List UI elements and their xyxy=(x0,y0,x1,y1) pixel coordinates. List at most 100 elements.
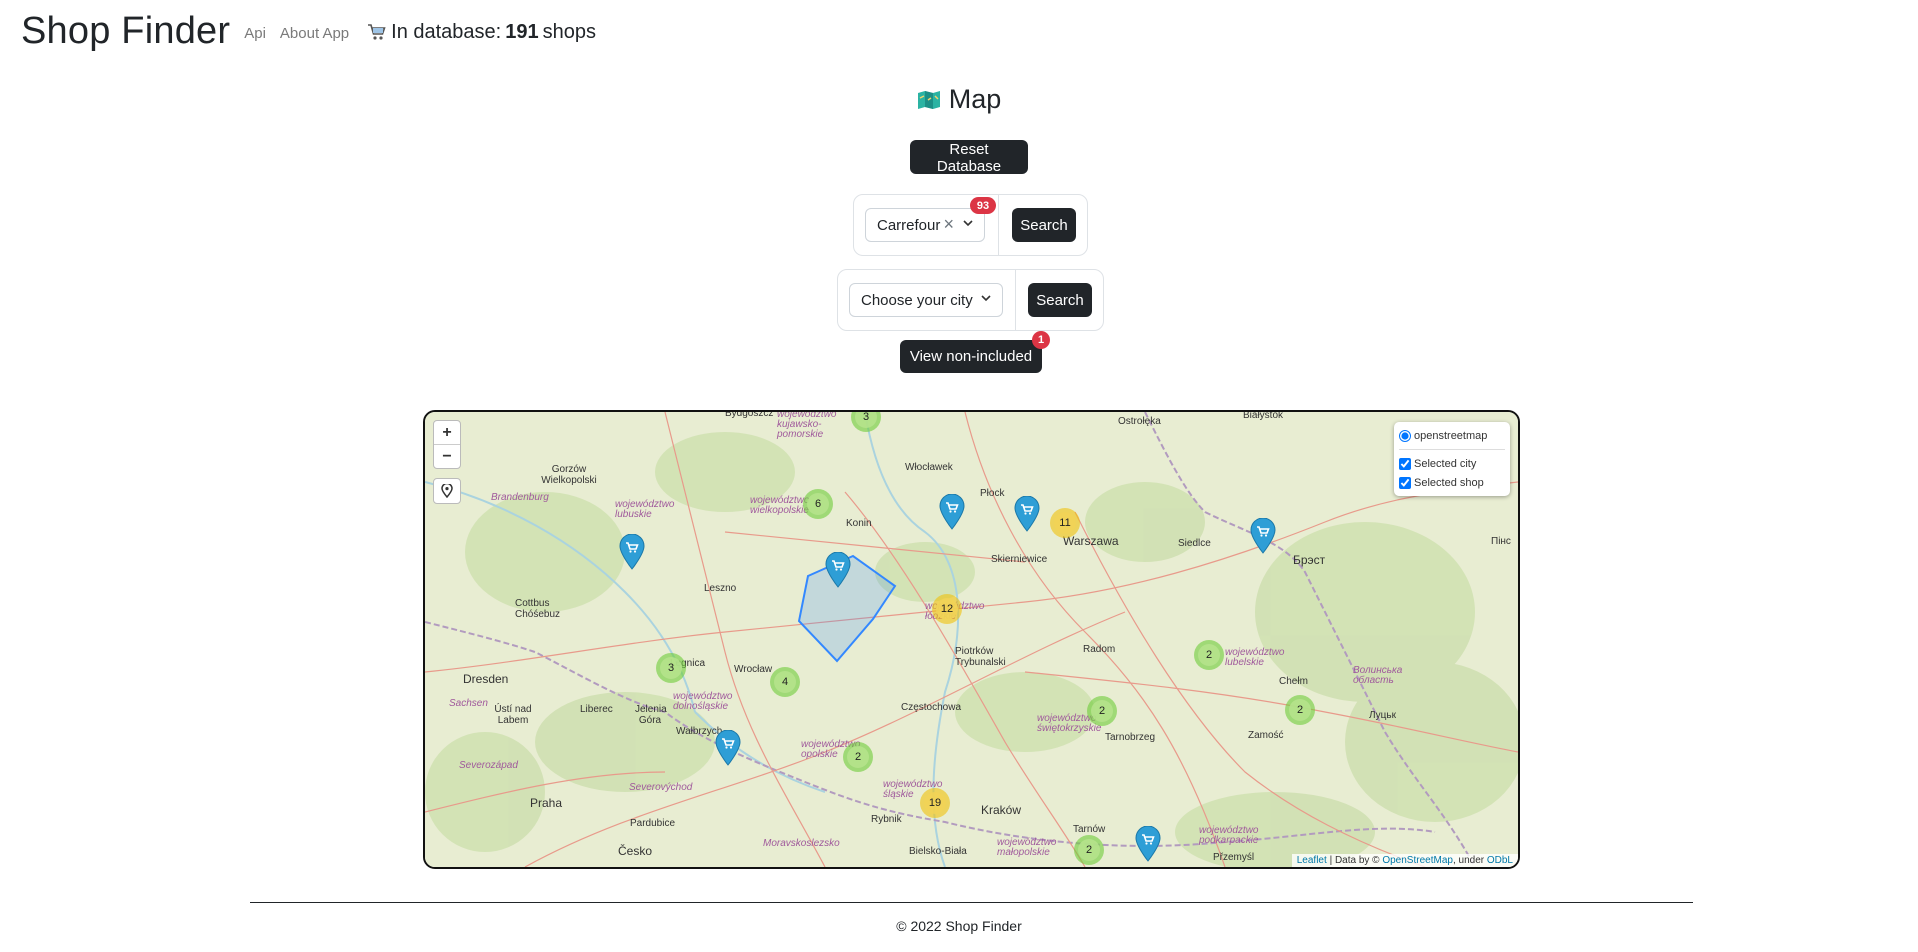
zoom-in-button[interactable]: + xyxy=(434,421,460,444)
city-search-button[interactable]: Search xyxy=(1028,283,1092,317)
overlay-option-shop[interactable]: Selected shop xyxy=(1399,473,1505,492)
cluster-count: 2 xyxy=(1078,839,1100,861)
map-place-label: Ústí nad Labem xyxy=(494,704,532,726)
marker-cluster[interactable]: 2 xyxy=(1087,696,1117,726)
locate-button[interactable] xyxy=(433,478,461,504)
cluster-count: 3 xyxy=(855,412,877,428)
map-place-label: województwo lubuskie xyxy=(615,499,675,520)
cluster-count: 12 xyxy=(936,598,958,620)
form-divider xyxy=(998,195,999,255)
brand-title[interactable]: Shop Finder xyxy=(21,10,230,53)
cluster-count: 11 xyxy=(1054,512,1076,534)
cluster-count: 2 xyxy=(1091,700,1113,722)
map-place-label: Ostrołęka xyxy=(1118,416,1161,427)
cluster-count: 2 xyxy=(847,746,869,768)
city-select[interactable]: Choose your city xyxy=(849,283,1003,317)
city-select-placeholder: Choose your city xyxy=(861,291,973,309)
map-place-label: Jelenia Góra xyxy=(635,704,667,726)
marker-cluster[interactable]: 12 xyxy=(932,594,962,624)
leaflet-link[interactable]: Leaflet xyxy=(1297,855,1327,866)
map-place-label: województwo wielkopolskie xyxy=(750,495,810,516)
shop-search-button[interactable]: Search xyxy=(1012,208,1076,242)
map-place-label: województwo kujawsko-pomorskie xyxy=(777,410,837,440)
overlay-label: Selected city xyxy=(1414,457,1477,470)
map-place-label: Severozápad xyxy=(459,760,518,771)
location-pin-icon xyxy=(441,484,453,498)
marker-cluster[interactable]: 2 xyxy=(1194,640,1224,670)
map-place-label: Pardubice xyxy=(630,818,676,829)
db-prefix: In database: xyxy=(391,20,502,43)
zoom-out-button[interactable]: − xyxy=(434,444,460,468)
marker-cluster[interactable]: 19 xyxy=(920,788,950,818)
shopping-cart-pin-icon[interactable] xyxy=(715,730,741,766)
map-place-label: Zamość xyxy=(1248,730,1284,741)
marker-cluster[interactable]: 3 xyxy=(656,653,686,683)
map-place-label: Přzemyśl xyxy=(1213,852,1255,863)
selected-shop-checkbox[interactable] xyxy=(1399,476,1411,489)
overlay-option-city[interactable]: Selected city xyxy=(1399,454,1505,473)
map-place-label: Płock xyxy=(980,488,1005,499)
map-place-label: Волинська область xyxy=(1353,665,1403,686)
city-filter-form: Choose your city Search xyxy=(837,269,1104,331)
marker-cluster[interactable]: 11 xyxy=(1050,508,1080,538)
shopping-cart-pin-icon[interactable] xyxy=(825,552,851,588)
cart-icon xyxy=(368,24,386,40)
shopping-cart-pin-icon[interactable] xyxy=(1250,518,1276,554)
database-count: In database: 191 shops xyxy=(367,21,596,44)
view-non-included-button[interactable]: View non-included xyxy=(900,340,1042,373)
selected-city-checkbox[interactable] xyxy=(1399,457,1411,470)
map-place-label: Gorzów Wielkopolski xyxy=(541,464,597,486)
attribution-under: , under xyxy=(1452,855,1485,866)
shopping-cart-pin-icon[interactable] xyxy=(619,534,645,570)
map-place-label: województwo lubelskie xyxy=(1225,647,1285,668)
marker-cluster[interactable]: 2 xyxy=(1285,695,1315,725)
odbl-link[interactable]: ODbL xyxy=(1487,855,1513,866)
map-place-label: Луцьк xyxy=(1369,710,1396,721)
nav-link-about[interactable]: About App xyxy=(280,25,349,42)
shopping-cart-pin-icon[interactable] xyxy=(939,494,965,530)
map-place-label: województwo małopolskie xyxy=(997,837,1057,858)
shop-count-badge: 93 xyxy=(970,197,996,214)
map-place-label: Konin xyxy=(846,518,872,529)
base-layer-option[interactable]: openstreetmap xyxy=(1399,426,1505,445)
base-layer-label: openstreetmap xyxy=(1414,429,1488,442)
overlay-label: Selected shop xyxy=(1414,476,1484,489)
map-place-label: Częstochowa xyxy=(901,702,962,713)
map-place-label: Skierniewice xyxy=(991,554,1048,565)
cluster-count: 6 xyxy=(807,493,829,515)
marker-cluster[interactable]: 2 xyxy=(843,742,873,772)
osm-link[interactable]: OpenStreetMap xyxy=(1382,855,1453,866)
map-icon xyxy=(917,90,940,109)
map-place-label: Пінс xyxy=(1491,536,1511,547)
map-place-label: województwo dolnośląskie xyxy=(673,691,733,712)
shop-select[interactable]: Carrefour × xyxy=(865,208,985,242)
map-place-label: Cottbus Chóśebuz xyxy=(515,598,561,620)
db-count: 191 xyxy=(505,20,539,43)
shopping-cart-pin-icon[interactable] xyxy=(1014,496,1040,532)
zoom-control: + − xyxy=(433,420,461,469)
nav-link-api[interactable]: Api xyxy=(244,25,266,42)
map-container[interactable]: Bydgoszcz Ostrołęka Białystok Gorzów Wie… xyxy=(423,410,1520,869)
map-place-label: Chełm xyxy=(1279,676,1308,687)
clear-selection-icon[interactable]: × xyxy=(943,214,954,235)
marker-cluster[interactable]: 4 xyxy=(770,667,800,697)
map-place-label: Leszno xyxy=(704,583,737,594)
map-place-label: Siedlce xyxy=(1178,538,1211,549)
marker-cluster[interactable]: 6 xyxy=(803,489,833,519)
shopping-cart-pin-icon[interactable] xyxy=(1135,826,1161,862)
map-place-label: Severovýchod xyxy=(629,782,693,793)
map-place-label: Włocławek xyxy=(905,462,953,473)
base-layer-radio[interactable] xyxy=(1399,429,1411,442)
map-place-label: Moravskoslezsko xyxy=(763,838,840,849)
marker-cluster[interactable]: 2 xyxy=(1074,835,1104,865)
map-place-label: Sachsen xyxy=(449,698,488,709)
layers-control: openstreetmap Selected city Selected sho… xyxy=(1394,422,1510,496)
cluster-count: 2 xyxy=(1289,699,1311,721)
map-place-label: Wrocław xyxy=(734,664,773,675)
page-title-text: Map xyxy=(948,84,1002,114)
reset-database-button[interactable]: Reset Database xyxy=(910,140,1028,175)
db-suffix: shops xyxy=(542,20,596,43)
map-place-label: Брэст xyxy=(1293,553,1326,567)
map-place-label: Piotrków Trybunalski xyxy=(955,646,1006,668)
map-place-label: Liberec xyxy=(580,704,613,715)
